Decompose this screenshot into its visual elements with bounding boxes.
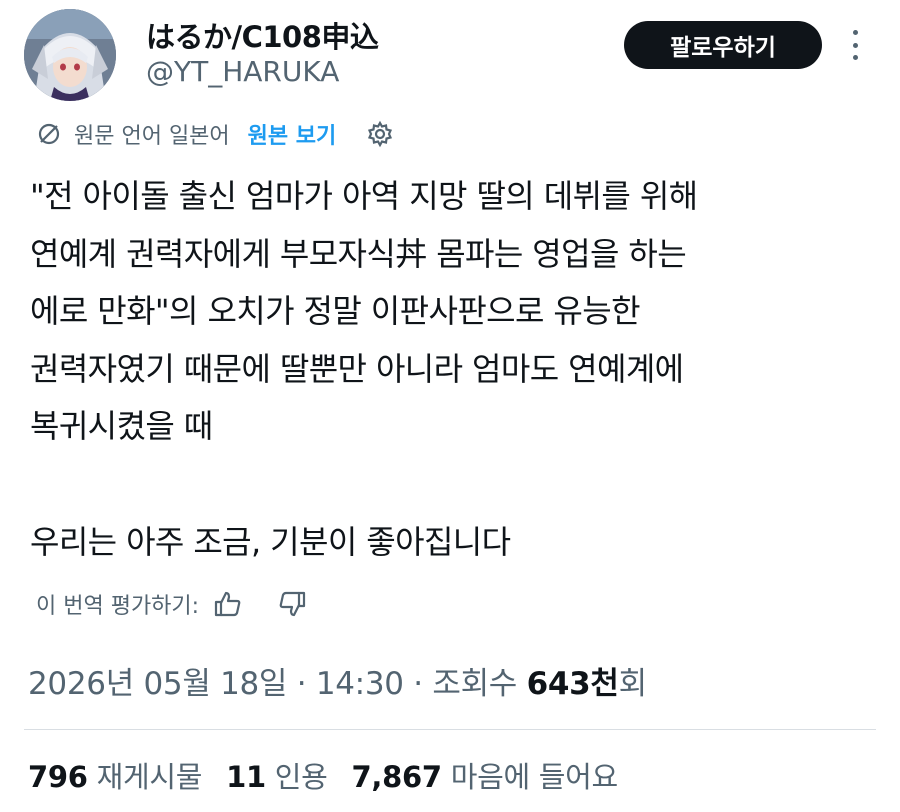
reposts-count: 796 [28, 760, 88, 794]
tweet-time[interactable]: 14:30 [316, 666, 404, 702]
original-language-label: 원문 언어 일본어 [74, 124, 230, 149]
tweet-line: 연예계 권력자에게 부모자식丼 몸파는 영업을 하는 [30, 234, 687, 273]
engagement-stats: 796 재게시물 11 인용 7,867 마음에 들어요 [28, 754, 618, 796]
thumbs-up-icon[interactable] [213, 589, 243, 619]
quotes-stat[interactable]: 11 인용 [226, 760, 328, 794]
translation-bar: 원문 언어 일본어 원본 보기 [36, 116, 394, 152]
reposts-label: 재게시물 [96, 760, 203, 794]
author-display-name[interactable]: はるか/C108申込 [146, 14, 379, 56]
rate-label: 이 번역 평가하기: [36, 594, 200, 619]
author-handle[interactable]: @YT_HARUKA [146, 55, 339, 88]
thumbs-down-icon[interactable] [277, 589, 307, 619]
divider [24, 729, 876, 730]
tweet-meta: 2026년 05월 18일 · 14:30 · 조회수 643천회 [28, 666, 648, 702]
gear-icon[interactable] [366, 120, 394, 148]
tweet-line: 권력자였기 때문에 딸뿐만 아니라 엄마도 연예계에 [30, 349, 684, 388]
follow-button[interactable]: 팔로우하기 [624, 21, 822, 69]
reposts-stat[interactable]: 796 재게시물 [28, 760, 202, 794]
likes-label: 마음에 들어요 [450, 760, 619, 794]
avatar[interactable] [24, 9, 116, 101]
tweet-text: "전 아이돌 출신 엄마가 아역 지망 딸의 데뷔를 위해 연예계 권력자에게 … [30, 168, 880, 571]
likes-count: 7,867 [351, 760, 443, 794]
views-label: 조회수 [432, 666, 518, 702]
views-suffix: 회 [618, 666, 648, 702]
tweet-line: 에로 만화"의 오치가 정말 이판사판으로 유능한 [30, 292, 641, 330]
tweet-date[interactable]: 2026년 05월 18일 [28, 666, 287, 702]
tweet-line: 우리는 아주 조금, 기분이 좋아집니다 [30, 522, 511, 561]
likes-stat[interactable]: 7,867 마음에 들어요 [351, 760, 619, 794]
no-translate-icon [36, 121, 62, 147]
tweet-line: 복귀시켰을 때 [30, 407, 213, 445]
more-vertical-icon[interactable] [842, 30, 868, 60]
anime-avatar [24, 9, 116, 101]
quotes-label: 인용 [274, 760, 328, 794]
rate-translation: 이 번역 평가하기: [36, 584, 307, 624]
tweet-line: "전 아이돌 출신 엄마가 아역 지망 딸의 데뷔를 위해 [30, 177, 698, 215]
views-count: 643천 [526, 666, 619, 702]
show-original-link[interactable]: 원본 보기 [248, 118, 337, 150]
quotes-count: 11 [226, 760, 266, 794]
